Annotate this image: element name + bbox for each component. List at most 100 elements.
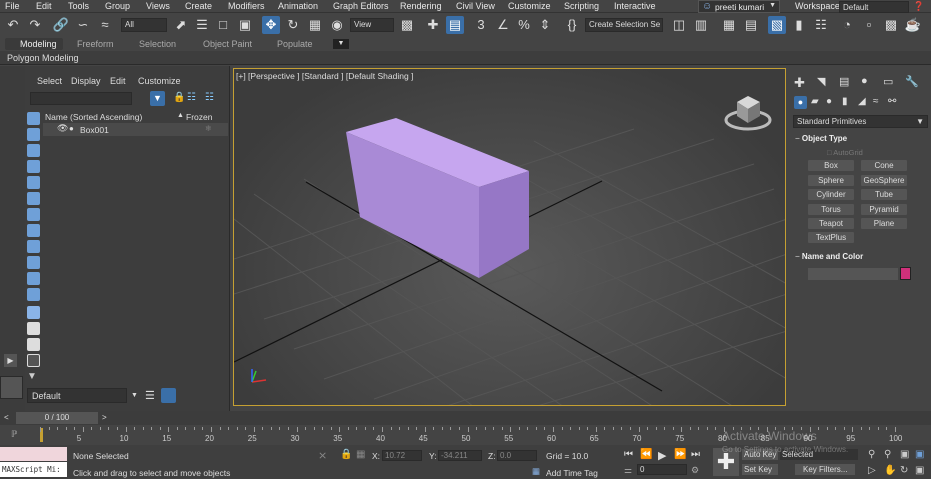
zoom-extents-icon[interactable]: ▣ bbox=[900, 449, 909, 460]
unlink-icon[interactable]: ∽ bbox=[74, 16, 92, 34]
menu-tools[interactable]: Tools bbox=[68, 1, 89, 11]
helpers-category-icon[interactable]: ◢ bbox=[858, 96, 866, 107]
menu-file[interactable]: File bbox=[5, 1, 20, 11]
rendered-frame-icon[interactable]: ▩ bbox=[882, 16, 900, 34]
plane-button[interactable]: Plane bbox=[861, 218, 907, 229]
category-dropdown[interactable]: Standard Primitives ▼ bbox=[793, 115, 928, 128]
viewport-layout-icon[interactable] bbox=[0, 376, 23, 399]
lights-category-icon[interactable]: ● bbox=[826, 96, 832, 107]
layer-dropdown[interactable]: Default bbox=[27, 388, 127, 403]
frozen-filter-icon[interactable] bbox=[27, 288, 40, 301]
rotate-icon[interactable]: ↻ bbox=[284, 16, 302, 34]
pyramid-button[interactable]: Pyramid bbox=[861, 204, 907, 215]
menu-edit[interactable]: Edit bbox=[36, 1, 52, 11]
play-icon[interactable]: ▶ bbox=[658, 449, 666, 462]
edit-named-selection-icon[interactable]: {} bbox=[563, 16, 581, 34]
tab-object-paint[interactable]: Object Paint bbox=[199, 38, 256, 50]
eye-icon[interactable]: 👁 bbox=[57, 123, 68, 134]
teapot-button[interactable]: Teapot bbox=[808, 218, 854, 229]
spacewarps-category-icon[interactable]: ≈ bbox=[873, 96, 879, 107]
time-config-icon[interactable]: ⚙ bbox=[691, 465, 699, 476]
toggle-ribbon-icon[interactable]: ▧ bbox=[768, 16, 786, 34]
chevron-down-icon[interactable]: ▼ bbox=[131, 392, 138, 399]
field-of-view-icon[interactable]: ▷ bbox=[868, 465, 876, 476]
key-filters-button[interactable]: Key Filters... bbox=[795, 464, 855, 475]
display-none-icon[interactable] bbox=[27, 112, 40, 125]
cameras-icon[interactable] bbox=[27, 176, 40, 189]
menu-customize[interactable]: Customize bbox=[508, 1, 551, 11]
utilities-tab-icon[interactable]: 🔧 bbox=[905, 75, 919, 88]
box-side-face[interactable] bbox=[479, 171, 529, 278]
schematic-view-icon[interactable]: ☷ bbox=[812, 16, 830, 34]
hierarchy-tab-icon[interactable]: ▤ bbox=[839, 75, 849, 88]
containers-icon[interactable] bbox=[27, 272, 40, 285]
shapes-icon[interactable] bbox=[27, 144, 40, 157]
expand-icon[interactable]: ▶ bbox=[4, 354, 17, 367]
cone-button[interactable]: Cone bbox=[861, 160, 907, 171]
move-icon[interactable]: ✥ bbox=[262, 16, 280, 34]
go-to-start-icon[interactable]: ⏮ bbox=[624, 449, 633, 460]
maxscript-listener-input[interactable] bbox=[0, 447, 67, 461]
rect-selection-icon[interactable]: □ bbox=[214, 16, 232, 34]
display-all-icon[interactable] bbox=[27, 322, 40, 335]
z-coordinate-field[interactable]: 0.0 bbox=[497, 450, 537, 461]
create-tab-icon[interactable]: ✚ bbox=[794, 75, 805, 91]
xrefs-icon[interactable] bbox=[27, 240, 40, 253]
filter-icon[interactable]: ▼ bbox=[150, 91, 165, 106]
absolute-mode-icon[interactable]: ▦ bbox=[356, 449, 365, 460]
x-coordinate-field[interactable]: 10.72 bbox=[382, 450, 422, 461]
mirror-icon[interactable]: ◫ bbox=[670, 16, 688, 34]
column-name[interactable]: Name (Sorted Ascending) bbox=[45, 112, 142, 122]
name-color-rollout[interactable]: − Name and Color bbox=[795, 252, 923, 261]
angle-snap-icon[interactable]: ∠ bbox=[494, 16, 512, 34]
menu-rendering[interactable]: Rendering bbox=[400, 1, 442, 11]
prev-icon[interactable]: < bbox=[4, 413, 9, 422]
snap-toggle-icon[interactable]: 3 bbox=[472, 16, 490, 34]
material-editor-icon[interactable]: ◔ bbox=[838, 16, 856, 34]
pan-icon[interactable]: ✋ bbox=[884, 465, 896, 476]
bones-icon[interactable] bbox=[27, 256, 40, 269]
menu-scripting[interactable]: Scripting bbox=[564, 1, 599, 11]
ribbon-options-icon[interactable]: ▼ bbox=[333, 39, 349, 49]
selection-filter-dropdown[interactable]: All bbox=[121, 18, 167, 32]
motion-tab-icon[interactable]: ● bbox=[861, 75, 868, 87]
next-icon[interactable]: > bbox=[102, 413, 107, 422]
hidden-filter-icon[interactable] bbox=[27, 306, 40, 319]
y-coordinate-field[interactable]: -34.211 bbox=[438, 450, 482, 461]
tube-button[interactable]: Tube bbox=[861, 189, 907, 200]
align-icon[interactable]: ▥ bbox=[692, 16, 710, 34]
box-button[interactable]: Box bbox=[808, 160, 854, 171]
frozen-icon[interactable]: ❄ bbox=[205, 124, 212, 133]
menu-civil-view[interactable]: Civil View bbox=[456, 1, 495, 11]
invert-icon[interactable] bbox=[27, 354, 40, 367]
mini-curve-editor-icon[interactable]: ℙ bbox=[11, 429, 17, 440]
table-row[interactable]: 👁 ● Box001 ❄ bbox=[43, 123, 228, 136]
bind-space-warp-icon[interactable]: ≈ bbox=[96, 16, 114, 34]
named-selection-set-dropdown[interactable]: Create Selection Se bbox=[585, 18, 663, 32]
autogrid-checkbox[interactable]: □ AutoGrid bbox=[827, 148, 863, 157]
tab-populate[interactable]: Populate bbox=[273, 38, 317, 50]
groups-icon[interactable] bbox=[27, 224, 40, 237]
scale-icon[interactable]: ▦ bbox=[306, 16, 324, 34]
view-cube[interactable] bbox=[724, 96, 772, 131]
layers-stack-icon[interactable]: ☰ bbox=[145, 389, 155, 402]
key-mode-icon[interactable]: ⚌ bbox=[624, 465, 632, 476]
menu-views[interactable]: Views bbox=[146, 1, 170, 11]
isolate-icon[interactable]: ⨯ bbox=[318, 449, 327, 462]
menu-interactive[interactable]: Interactive bbox=[614, 1, 656, 11]
scene-search-input[interactable] bbox=[30, 92, 132, 105]
menu-animation[interactable]: Animation bbox=[278, 1, 318, 11]
maximize-viewport-icon[interactable]: ▣ bbox=[915, 465, 924, 476]
link-icon[interactable]: 🔗 bbox=[52, 16, 70, 34]
zoom-extents-all-icon[interactable]: ▣ bbox=[915, 449, 924, 460]
layer-explorer-icon[interactable]: ▤ bbox=[742, 16, 760, 34]
previous-frame-icon[interactable]: ⏪ bbox=[640, 449, 652, 460]
redo-icon[interactable]: ↷ bbox=[26, 16, 44, 34]
column-frozen[interactable]: Frozen bbox=[186, 112, 212, 122]
render-production-icon[interactable]: ☕ bbox=[904, 16, 922, 34]
shapes-category-icon[interactable]: ▰ bbox=[811, 96, 819, 107]
curve-editor-icon[interactable]: ▮ bbox=[790, 16, 808, 34]
tab-modeling[interactable]: Modeling bbox=[5, 38, 63, 50]
selection-lock-icon[interactable]: 🔒 bbox=[340, 449, 352, 460]
orbit-icon[interactable]: ↻ bbox=[900, 465, 908, 476]
